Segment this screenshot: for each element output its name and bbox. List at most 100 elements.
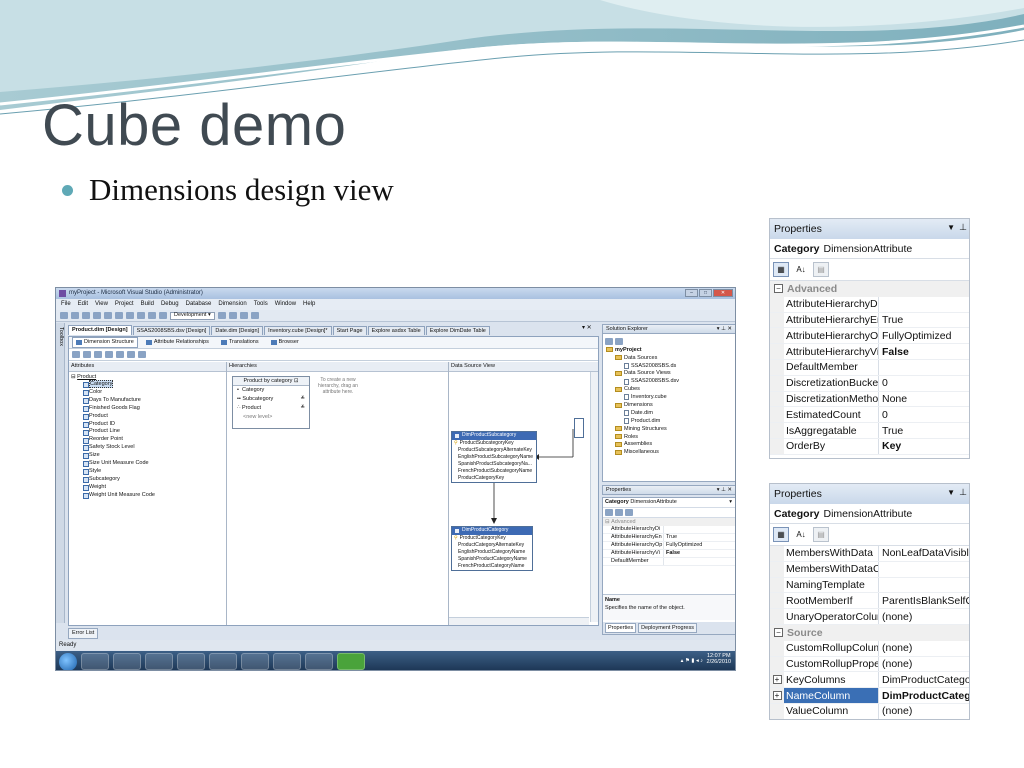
dsv-column[interactable]: ProductCategoryAlternateKey [452,542,532,549]
tab-deployment-progress[interactable]: Deployment Progress [638,622,697,634]
open-icon[interactable] [71,312,79,319]
tab-explore-asdsx[interactable]: Explore asdsx Table [367,326,425,335]
attribute-item[interactable]: Safety Stock Level [71,443,226,452]
solution-tree-node[interactable]: Inventory.cube [605,393,733,401]
start-button-icon[interactable] [59,652,77,670]
property-row[interactable]: AttributeHierarchyVi False [603,550,735,558]
property-pages-icon[interactable] [625,509,633,516]
solution-tree-node[interactable]: myProject [605,346,733,354]
property-row[interactable]: MembersWithData NonLeafDataVisible [770,546,969,562]
dsv-column[interactable]: EnglishProductSubcategoryName [452,454,536,461]
new-hierarchy-icon[interactable] [94,351,102,358]
zoom-icon[interactable] [127,351,135,358]
property-row[interactable]: + KeyColumns DimProductCategor [770,672,969,689]
expand-icon[interactable]: + [772,691,782,701]
property-value[interactable] [878,577,969,593]
maximize-icon[interactable]: □ [699,289,712,297]
tab-explore-dimdate[interactable]: Explore DimDate Table [425,326,490,335]
menu-dimension[interactable]: Dimension [218,301,246,308]
property-value[interactable]: DimProductCategor [878,672,969,688]
properties-zoom-bottom-category[interactable]: Category DimensionAttribute [770,504,969,524]
property-row[interactable]: AttributeHierarchyEn True [603,534,735,542]
attribute-item[interactable]: Color [71,388,226,397]
dsv-column[interactable]: SpanishProductCategoryName [452,556,532,563]
property-value[interactable]: (none) [878,640,969,656]
property-row[interactable]: AttributeHierarchyDi [603,526,735,534]
toolbox-strip[interactable]: Toolbox [56,323,65,623]
new-level-placeholder[interactable]: <new level> [233,413,309,422]
solution-tree-node[interactable]: Mining Structures [605,425,733,433]
property-value[interactable]: (none) [878,656,969,672]
word-taskbar-icon[interactable] [241,653,269,670]
copy-icon[interactable] [115,312,123,319]
property-value[interactable]: 0 [878,407,969,423]
attribute-item[interactable]: Category [71,380,226,389]
alphabetical-icon[interactable]: A↓ [793,262,809,277]
hierarchy-box[interactable]: Product by category ⊡ • Category •• Subc… [232,376,310,429]
property-value[interactable] [878,561,969,577]
hierarchy-level[interactable]: ∴ Product ≚ [233,404,309,413]
property-value[interactable]: FullyOptimized [663,542,735,549]
dsv-table-header[interactable]: DimProductSubcategory [452,432,536,440]
find-icon[interactable] [217,312,226,319]
save-icon[interactable] [82,312,90,319]
acrobat-taskbar-icon[interactable] [305,653,333,670]
solution-explorer-icon[interactable] [250,312,259,319]
menu-help[interactable]: Help [303,301,315,308]
tab-browser[interactable]: Browser [267,337,303,347]
dsv-column[interactable]: SpanishProductSubcategoryNa... [452,461,536,468]
start-icon[interactable] [159,312,167,319]
attribute-item[interactable]: Style [71,467,226,475]
menu-tools[interactable]: Tools [254,301,268,308]
attribute-item[interactable]: Reorder Point [71,436,226,444]
property-value[interactable]: True [663,534,735,541]
properties-zoom-top-category[interactable]: Category DimensionAttribute [770,239,969,259]
property-row[interactable]: NamingTemplate [770,577,969,594]
attribute-item[interactable]: Size [71,451,226,460]
property-row[interactable]: AttributeHierarchyVi False [770,344,969,360]
property-row[interactable]: AttributeHierarchyO FullyOptimized [770,328,969,345]
attribute-item[interactable]: Weight Unit Measure Code [71,491,226,499]
dsv-column[interactable]: ProductSubcategoryAlternateKey [452,447,536,454]
pin-icon[interactable]: ⊥ [959,487,967,498]
sql-taskbar-icon[interactable] [177,653,205,670]
solution-tree-node[interactable]: Date.dim [605,409,733,417]
dsv-column[interactable]: FrenchProductSubcategoryName [452,468,536,475]
solution-tree-node[interactable]: Dimensions [605,401,733,409]
property-pages-icon[interactable]: ▤ [813,262,829,277]
tab-start-page[interactable]: Start Page [332,326,367,335]
property-value[interactable]: None [878,391,969,407]
pin-icon[interactable]: ▾ ⊥ ✕ [717,487,732,493]
arrange-icon[interactable] [138,351,146,358]
dsv-column[interactable]: ProductCategoryKey [452,535,532,542]
taskbar-clock[interactable]: 12:07 PM 2/26/2010 [707,653,731,666]
properties-icon[interactable] [605,337,613,345]
property-row[interactable]: OrderBy Key [770,438,969,455]
expand-icon[interactable]: + [772,675,782,685]
pin-icon[interactable]: ▾ ⊥ ✕ [717,326,732,332]
dsv-vertical-scrollbar[interactable] [590,372,598,622]
property-row[interactable]: DefaultMember [770,359,969,376]
categorized-icon[interactable]: ▦ [773,262,789,277]
property-row[interactable]: RootMemberIf ParentIsBlankSelfOrM [770,593,969,610]
property-value[interactable] [663,526,735,533]
property-row[interactable]: AttributeHierarchyDi [770,296,969,313]
property-row[interactable]: EstimatedCount 0 [770,407,969,424]
vs-taskbar-icon[interactable] [273,653,301,670]
property-row[interactable]: IsAggregatable True [770,423,969,439]
property-value[interactable] [878,359,969,375]
property-row[interactable]: DiscretizationBucket 0 [770,375,969,392]
property-value[interactable]: FullyOptimized [878,328,969,344]
hierarchy-collapse-icon[interactable]: ⊡ [294,378,299,384]
solution-tree-node[interactable]: Product.dim [605,417,733,425]
tab-dimension-structure[interactable]: Dimension Structure [72,337,138,348]
alphabetical-icon[interactable] [615,509,623,516]
dsv-table-dimproductsubcategory[interactable]: DimProductSubcategory ProductSubcategory… [451,431,537,483]
categorized-icon[interactable]: ▦ [773,527,789,542]
hierarchy-level[interactable]: •• Subcategory ≚ [233,395,309,404]
property-group-source[interactable]: − Source [770,624,969,641]
solution-tree-node[interactable]: Data Source Views [605,370,733,378]
property-value[interactable]: False [878,344,969,359]
tab-dsv[interactable]: SSAS2008SBS.dsv [Design] [132,326,211,335]
properties-small-category[interactable]: Category DimensionAttribute ▾ [603,498,735,508]
